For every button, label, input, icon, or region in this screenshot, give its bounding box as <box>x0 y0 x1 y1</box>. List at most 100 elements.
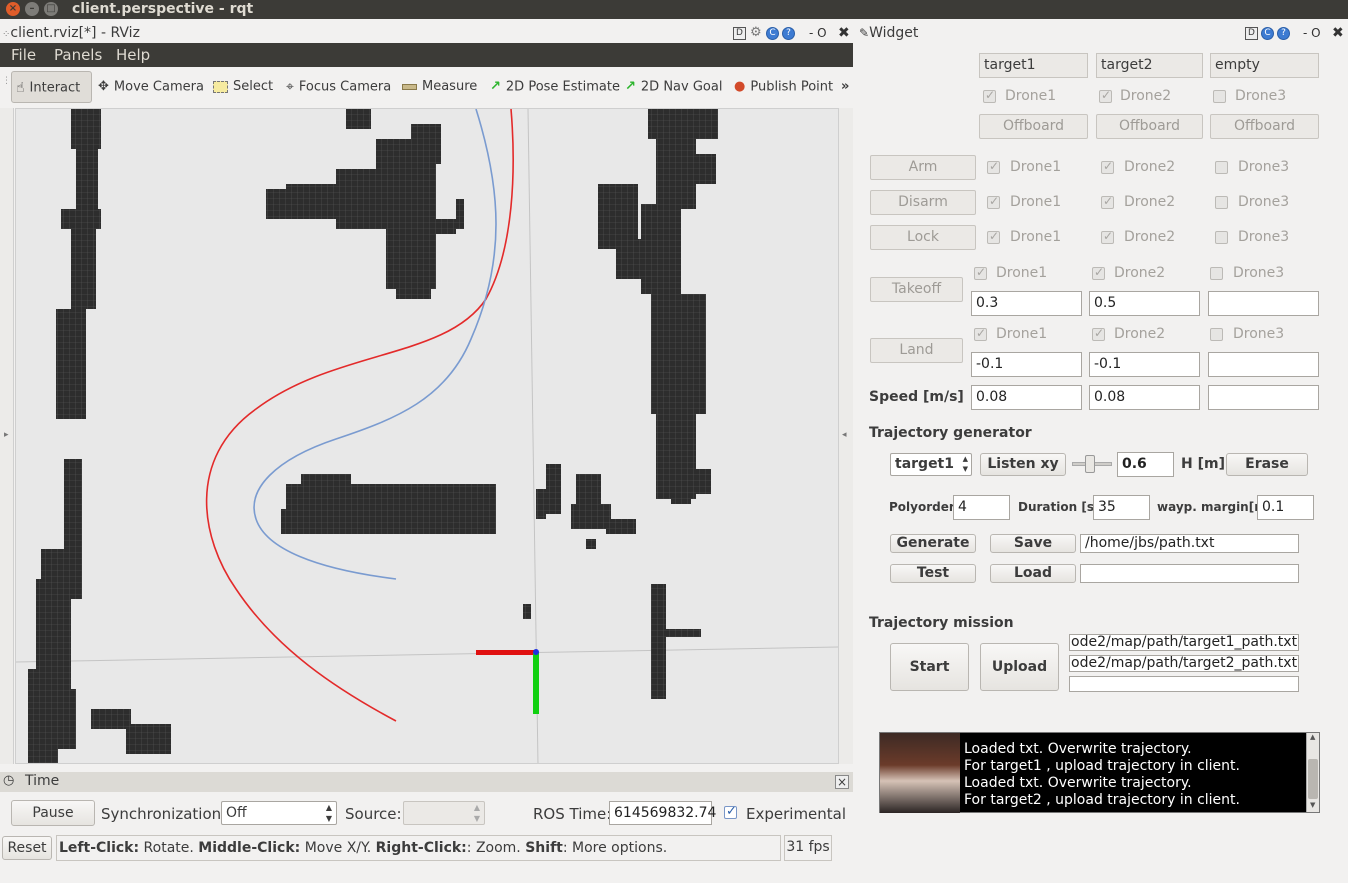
load-path-field[interactable] <box>1080 564 1299 583</box>
test-button[interactable]: Test <box>890 564 976 583</box>
window-minimize-button[interactable]: – <box>25 2 39 16</box>
drone1-checkbox[interactable] <box>983 88 996 103</box>
pause-button[interactable]: Pause <box>11 800 95 826</box>
offboard-button-1[interactable]: Offboard <box>979 114 1088 139</box>
speed-3[interactable] <box>1208 385 1319 410</box>
target1-field[interactable]: target1 <box>979 53 1088 78</box>
dock-d-icon[interactable]: D <box>1245 27 1258 40</box>
dock-close-button[interactable]: ✖ <box>1332 25 1344 41</box>
slider-handle[interactable] <box>1085 455 1095 473</box>
margin-field[interactable]: 0.1 <box>1257 495 1314 520</box>
reload-icon[interactable]: C <box>1261 27 1274 40</box>
source-select[interactable]: ▲ ▼ <box>403 801 485 825</box>
offboard-button-3[interactable]: Offboard <box>1210 114 1319 139</box>
target3-field[interactable]: empty <box>1210 53 1319 78</box>
arm-drone1-checkbox[interactable] <box>987 159 1000 174</box>
save-button[interactable]: Save <box>990 534 1076 553</box>
load-button[interactable]: Load <box>990 564 1076 583</box>
land-drone2-checkbox[interactable] <box>1092 326 1105 341</box>
reset-button[interactable]: Reset <box>2 836 52 860</box>
experimental-checkbox[interactable] <box>724 804 737 819</box>
takeoff-drone3-checkbox[interactable] <box>1210 267 1223 280</box>
ros-time-field[interactable]: 614569832.74 <box>609 801 716 825</box>
sync-select[interactable]: Off ▲ ▼ <box>221 801 337 825</box>
right-panel-collapse[interactable]: ◂ <box>839 108 853 764</box>
save-path-field[interactable]: /home/jbs/path.txt <box>1080 534 1299 553</box>
tool-interact[interactable]: ☝ Interact <box>11 71 92 103</box>
dock-float-button[interactable]: - O <box>809 26 827 40</box>
takeoff-button[interactable]: Takeoff <box>870 277 963 302</box>
drone3-checkbox[interactable] <box>1213 90 1226 103</box>
disarm-drone2-checkbox[interactable] <box>1101 194 1114 209</box>
duration-field[interactable]: 35 <box>1093 495 1150 520</box>
mission-path-3[interactable] <box>1069 676 1299 692</box>
toolbar-more-button[interactable]: » <box>841 68 849 106</box>
mission-path-1[interactable]: ode2/map/path/target1_path.txt <box>1069 634 1299 651</box>
target2-field[interactable]: target2 <box>1096 53 1203 78</box>
tool-publish-point[interactable]: ● Publish Point <box>734 68 833 106</box>
height-slider[interactable] <box>1072 455 1112 473</box>
land-drone3-checkbox[interactable] <box>1210 328 1223 341</box>
menu-help[interactable]: Help <box>116 43 150 67</box>
3d-viewport[interactable] <box>15 108 839 764</box>
drone2-checkbox[interactable] <box>1099 88 1112 103</box>
arm-button[interactable]: Arm <box>870 155 976 180</box>
dock-float-button[interactable]: - O <box>1303 26 1321 40</box>
gear-icon[interactable]: ⚙ <box>750 25 762 40</box>
scroll-down-icon[interactable]: ▼ <box>1310 801 1315 809</box>
listen-xy-button[interactable]: Listen xy <box>980 453 1066 476</box>
mission-path-2[interactable]: ode2/map/path/target2_path.txt <box>1069 655 1299 672</box>
land-button[interactable]: Land <box>870 338 963 363</box>
toolbar-handle-icon[interactable]: ⋮ <box>2 76 11 86</box>
disarm-drone1-checkbox[interactable] <box>987 194 1000 209</box>
takeoff-height-3[interactable] <box>1208 291 1319 316</box>
target-select[interactable]: target1 ▲ ▼ <box>890 453 972 476</box>
lock-drone3-checkbox[interactable] <box>1215 231 1228 244</box>
land-height-3[interactable] <box>1208 352 1319 377</box>
tool-2d-nav-goal[interactable]: ↗ 2D Nav Goal <box>625 68 722 106</box>
land-height-2[interactable]: -0.1 <box>1089 352 1200 377</box>
help-icon[interactable]: ? <box>1277 27 1290 40</box>
upload-button[interactable]: Upload <box>980 643 1059 691</box>
lock-button[interactable]: Lock <box>870 225 976 250</box>
help-icon[interactable]: ? <box>782 27 795 40</box>
disarm-drone3-checkbox[interactable] <box>1215 196 1228 209</box>
scroll-thumb[interactable] <box>1308 759 1318 799</box>
menu-panels[interactable]: Panels <box>54 43 102 67</box>
speed-2[interactable]: 0.08 <box>1089 385 1200 410</box>
time-panel-close-button[interactable]: × <box>835 775 849 789</box>
window-close-button[interactable]: × <box>6 2 20 16</box>
left-panel-collapse[interactable]: ▸ <box>0 108 14 764</box>
erase-button[interactable]: Erase <box>1226 453 1308 476</box>
log-scrollbar[interactable]: ▲ ▼ <box>1306 733 1319 812</box>
generate-button[interactable]: Generate <box>890 534 976 553</box>
land-drone1-checkbox[interactable] <box>974 326 987 341</box>
menu-file[interactable]: File <box>11 43 36 67</box>
lock-drone2-checkbox[interactable] <box>1101 229 1114 244</box>
tool-focus-camera[interactable]: ⌖ Focus Camera <box>286 68 391 106</box>
takeoff-height-2[interactable]: 0.5 <box>1089 291 1200 316</box>
disarm-button[interactable]: Disarm <box>870 190 976 215</box>
log-console[interactable]: Loaded txt. Overwrite trajectory. For ta… <box>879 732 1320 813</box>
lock-drone1-checkbox[interactable] <box>987 229 1000 244</box>
takeoff-drone1-checkbox[interactable] <box>974 265 987 280</box>
dock-close-button[interactable]: ✖ <box>838 25 850 41</box>
reload-icon[interactable]: C <box>766 27 779 40</box>
arm-drone3-checkbox[interactable] <box>1215 161 1228 174</box>
speed-1[interactable]: 0.08 <box>971 385 1082 410</box>
takeoff-drone2-checkbox[interactable] <box>1092 265 1105 280</box>
height-field[interactable]: 0.6 <box>1117 452 1174 477</box>
window-maximize-button[interactable]: □ <box>44 2 58 16</box>
land-height-1[interactable]: -0.1 <box>971 352 1082 377</box>
tool-2d-pose-estimate[interactable]: ↗ 2D Pose Estimate <box>490 68 620 106</box>
dock-d-icon[interactable]: D <box>733 27 746 40</box>
arm-drone2-checkbox[interactable] <box>1101 159 1114 174</box>
polyorder-field[interactable]: 4 <box>953 495 1010 520</box>
scroll-up-icon[interactable]: ▲ <box>1310 733 1315 741</box>
start-button[interactable]: Start <box>890 643 969 691</box>
takeoff-height-1[interactable]: 0.3 <box>971 291 1082 316</box>
offboard-button-2[interactable]: Offboard <box>1096 114 1203 139</box>
tool-move-camera[interactable]: ✥ Move Camera <box>98 68 204 106</box>
tool-measure[interactable]: Measure <box>402 68 477 106</box>
tool-select[interactable]: Select <box>213 68 273 106</box>
